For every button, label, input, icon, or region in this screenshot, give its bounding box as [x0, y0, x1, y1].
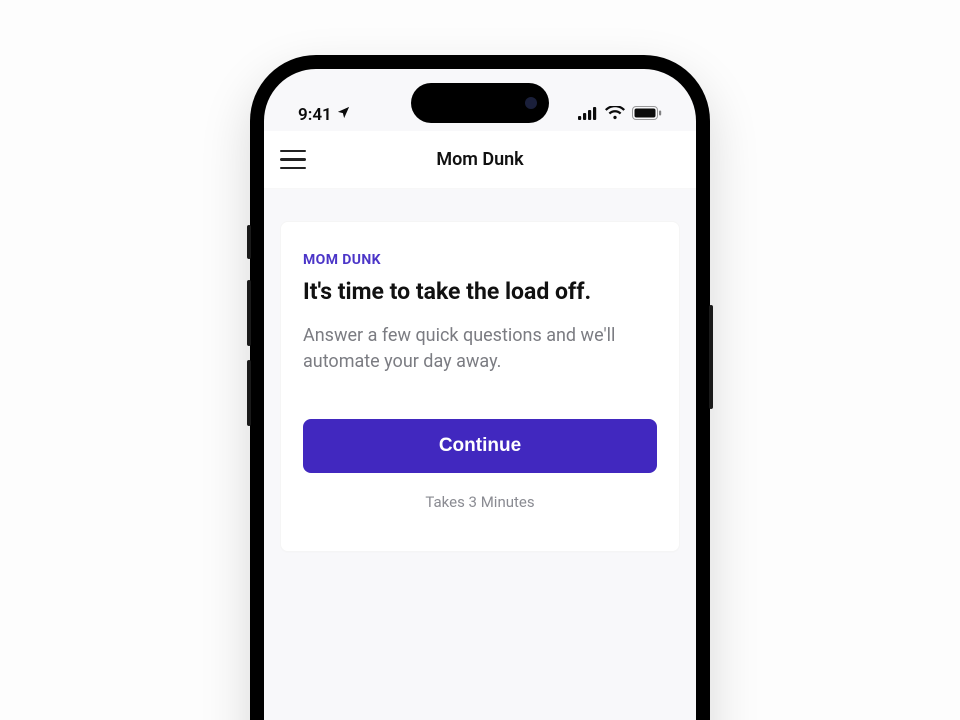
- phone-frame: 9:41: [250, 55, 710, 720]
- wifi-icon: [605, 105, 625, 125]
- phone-side-button: [247, 280, 251, 346]
- status-time: 9:41: [298, 105, 332, 125]
- phone-side-button: [709, 305, 713, 409]
- location-arrow-icon: [336, 105, 351, 125]
- time-estimate: Takes 3 Minutes: [303, 493, 657, 511]
- card-subtext: Answer a few quick questions and we'll a…: [303, 323, 657, 375]
- cellular-icon: [578, 105, 598, 125]
- app-title: Mom Dunk: [436, 149, 523, 170]
- battery-icon: [632, 105, 662, 125]
- hamburger-icon[interactable]: [280, 150, 306, 170]
- app-header: Mom Dunk: [264, 131, 696, 189]
- continue-button[interactable]: Continue: [303, 419, 657, 473]
- onboarding-card: MOM DUNK It's time to take the load off.…: [280, 221, 680, 552]
- phone-side-button: [247, 225, 251, 259]
- front-camera: [525, 97, 537, 109]
- phone-side-button: [247, 360, 251, 426]
- card-eyebrow: MOM DUNK: [303, 252, 657, 268]
- content-area: MOM DUNK It's time to take the load off.…: [264, 189, 696, 552]
- status-right: [578, 105, 662, 125]
- status-left: 9:41: [298, 105, 351, 125]
- dynamic-island: [411, 83, 549, 123]
- phone-screen: 9:41: [264, 69, 696, 720]
- card-headline: It's time to take the load off.: [303, 278, 657, 307]
